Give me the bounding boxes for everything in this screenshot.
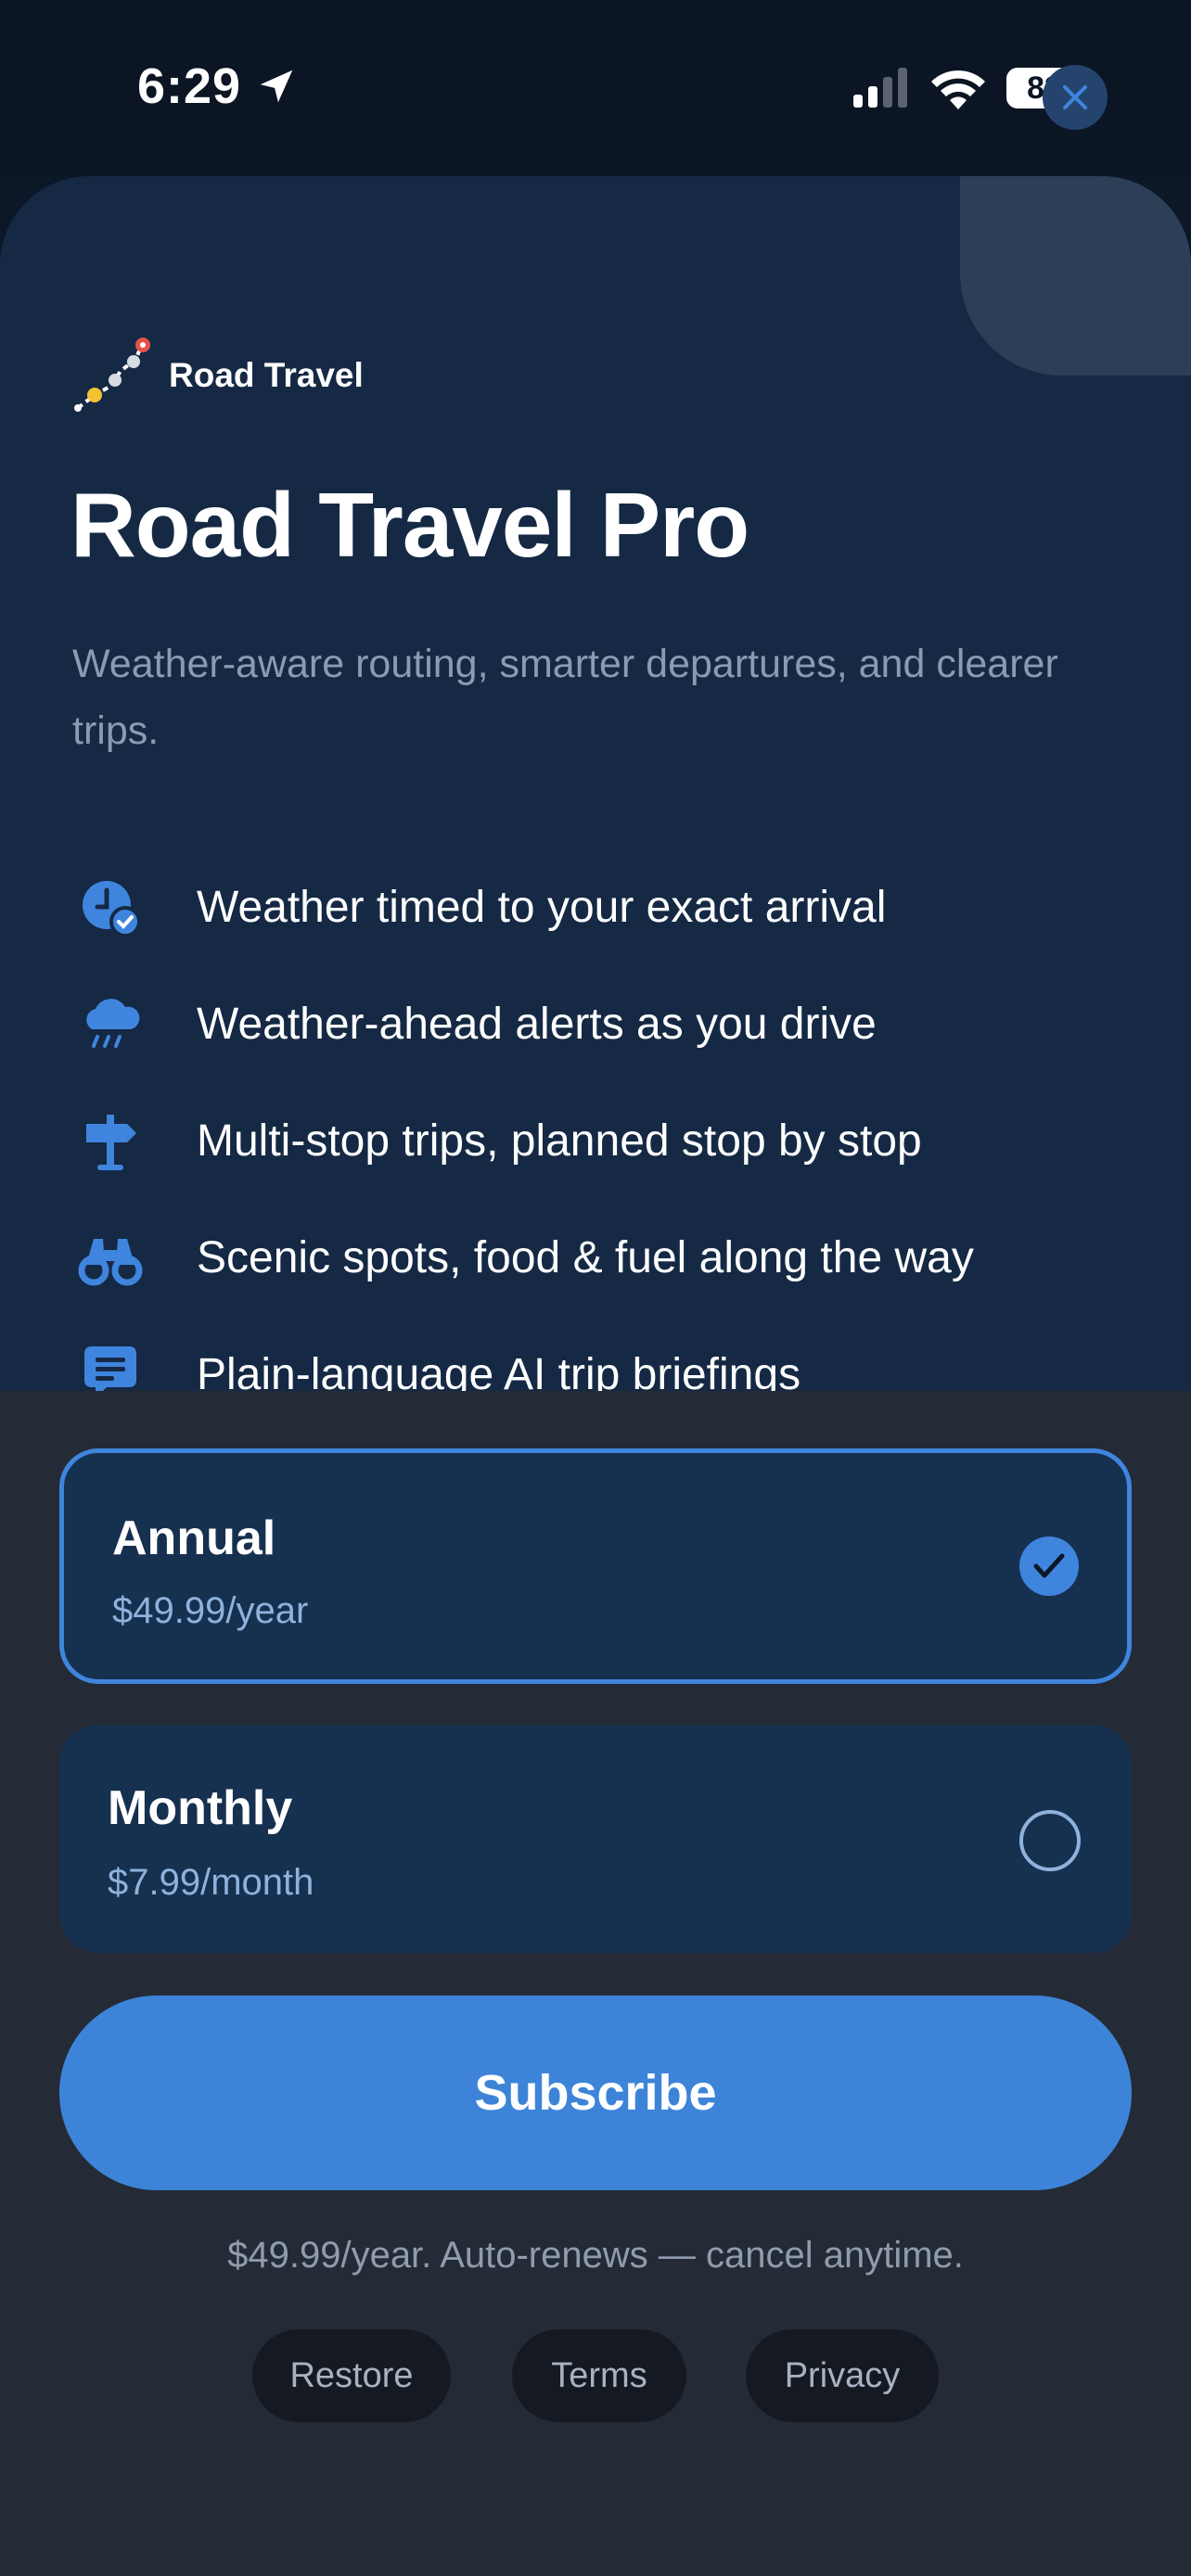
close-button-area[interactable] [960, 176, 1191, 376]
status-bar: 6:29 83 [0, 0, 1191, 176]
chat-bubble-icon [72, 1336, 148, 1391]
plan-price: $7.99/month [108, 1862, 314, 1903]
paywall-header-panel: Road Travel Road Travel Pro Weather-awar… [0, 176, 1191, 1391]
page-title: Road Travel Pro [70, 474, 749, 576]
signpost-icon [72, 1103, 148, 1179]
feature-list: Weather timed to your exact arrival Weat… [72, 848, 1139, 1391]
unselected-radio-icon[interactable] [1019, 1810, 1081, 1871]
feature-label: Weather timed to your exact arrival [197, 882, 887, 932]
subscribe-button[interactable]: Subscribe [59, 1996, 1132, 2190]
feature-item: Scenic spots, food & fuel along the way [72, 1199, 1139, 1316]
plan-name: Annual [112, 1511, 276, 1565]
status-time: 6:29 [137, 58, 242, 114]
feature-item: Plain-language AI trip briefings [72, 1316, 1139, 1391]
feature-label: Weather-ahead alerts as you drive [197, 999, 877, 1049]
brand: Road Travel [72, 334, 364, 417]
plan-option-monthly[interactable]: Monthly $7.99/month [59, 1725, 1132, 1953]
route-logo-icon [74, 338, 150, 412]
plan-name: Monthly [108, 1781, 293, 1835]
binoculars-icon [72, 1219, 148, 1295]
feature-label: Multi-stop trips, planned stop by stop [197, 1116, 922, 1166]
privacy-link[interactable]: Privacy [746, 2329, 939, 2422]
feature-item: Weather timed to your exact arrival [72, 848, 1139, 965]
plan-price: $49.99/year [112, 1590, 309, 1631]
page-subtitle: Weather-aware routing, smarter departure… [72, 642, 1058, 753]
terms-link[interactable]: Terms [512, 2329, 686, 2422]
feature-item: Multi-stop trips, planned stop by stop [72, 1082, 1139, 1199]
brand-name: Road Travel [169, 356, 364, 394]
feature-label: Scenic spots, food & fuel along the way [197, 1232, 974, 1282]
clock-check-icon [72, 869, 148, 945]
wifi-icon [931, 70, 985, 109]
selected-check-icon[interactable] [1019, 1537, 1079, 1596]
location-arrow-icon [260, 70, 293, 103]
close-icon [1063, 85, 1087, 109]
feature-label: Plain-language AI trip briefings [197, 1349, 801, 1392]
close-button[interactable] [1043, 65, 1108, 130]
restore-button[interactable]: Restore [252, 2329, 451, 2422]
cellular-signal-icon [853, 68, 907, 108]
storm-cloud-icon [72, 986, 148, 1062]
feature-item: Weather-ahead alerts as you drive [72, 965, 1139, 1082]
renewal-note: $49.99/year. Auto-renews — cancel anytim… [227, 2235, 964, 2276]
plan-option-annual[interactable]: Annual $49.99/year [59, 1448, 1132, 1684]
